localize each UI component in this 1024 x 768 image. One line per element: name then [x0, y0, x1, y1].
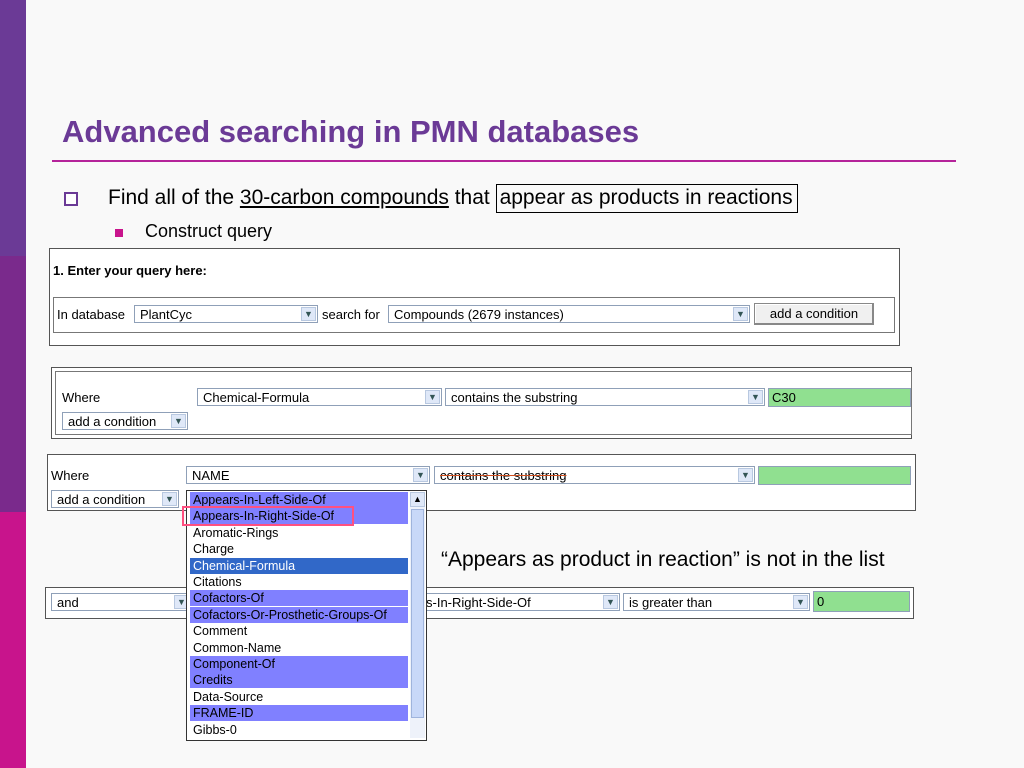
in-database-label: In database	[57, 307, 125, 322]
sidebar-band-middle	[0, 256, 26, 512]
where-label: Where	[62, 390, 101, 405]
attribute-value: s-In-Right-Side-Of	[426, 595, 531, 610]
add-condition-button[interactable]: add a condition	[754, 303, 874, 325]
chevron-down-icon[interactable]: ▼	[793, 595, 808, 609]
sidebar-band-bottom	[0, 512, 26, 768]
attribute-select[interactable]: Chemical-Formula ▼	[197, 388, 442, 406]
scrollbar-thumb[interactable]	[411, 509, 424, 718]
value-input[interactable]: C30	[768, 388, 911, 407]
dropdown-option[interactable]: Citations	[190, 574, 408, 590]
search-for-select[interactable]: Compounds (2679 instances) ▼	[388, 305, 750, 323]
operator-value: contains the substring	[451, 390, 578, 405]
condition-panel-1: Where Chemical-Formula ▼ contains the su…	[51, 367, 912, 439]
value-input[interactable]	[758, 466, 911, 485]
condition-1-row: Where Chemical-Formula ▼ contains the su…	[55, 371, 912, 435]
dropdown-option[interactable]: Data-Source	[190, 689, 408, 705]
chevron-down-icon[interactable]: ▼	[171, 414, 186, 428]
operator-select[interactable]: contains the substring ▼	[445, 388, 765, 406]
bullet-line-1: Find all of the 30-carbon compounds that…	[108, 184, 798, 213]
title-divider	[52, 160, 956, 162]
dropdown-option[interactable]: Charge	[190, 541, 408, 557]
where-label: Where	[51, 468, 90, 483]
bullet1-underlined: 30-carbon compounds	[239, 186, 449, 209]
add-condition-value: add a condition	[68, 414, 157, 429]
query-heading: 1. Enter your query here:	[53, 263, 207, 278]
slide-title: Advanced searching in PMN databases	[62, 114, 640, 149]
chevron-down-icon[interactable]: ▼	[748, 390, 763, 404]
highlight-box	[182, 506, 354, 526]
chevron-down-icon[interactable]: ▼	[425, 390, 440, 404]
dropdown-option[interactable]: Gibbs-0	[190, 722, 408, 738]
operator-select[interactable]: is greater than ▼	[623, 593, 810, 611]
square-bullet-icon	[64, 192, 78, 206]
chevron-down-icon[interactable]: ▼	[603, 595, 618, 609]
sidebar-band-top	[0, 0, 26, 256]
callout-text: “Appears as product in reaction” is not …	[441, 548, 885, 571]
add-condition-value: add a condition	[57, 492, 146, 507]
dropdown-option[interactable]: FRAME-ID	[190, 705, 408, 722]
dropdown-option[interactable]: Common-Name	[190, 640, 408, 656]
slide-sidebar	[0, 0, 26, 768]
conjunction-value: and	[57, 595, 79, 610]
dropdown-option[interactable]: Aromatic-Rings	[190, 525, 408, 541]
dropdown-option[interactable]: Chemical-Formula	[190, 557, 408, 574]
operator-value: contains the substring	[440, 468, 567, 483]
dropdown-option[interactable]: Component-Of	[190, 656, 408, 672]
chevron-down-icon[interactable]: ▼	[413, 468, 428, 482]
value-input[interactable]: 0	[813, 591, 910, 612]
attribute-select[interactable]: s-In-Right-Side-Of ▼	[422, 593, 620, 611]
dropdown-option[interactable]: Cofactors-Of	[190, 590, 408, 607]
dropdown-option[interactable]: Credits	[190, 672, 408, 689]
attribute-select[interactable]: NAME ▼	[186, 466, 430, 484]
operator-select[interactable]: contains the substring ▼	[434, 466, 755, 484]
filled-square-bullet-icon	[115, 229, 123, 237]
add-condition-select[interactable]: add a condition ▼	[51, 490, 179, 508]
attribute-dropdown-list[interactable]: ▲ Appears-In-Left-Side-Of Appears-In-Righ…	[186, 490, 427, 741]
search-for-value: Compounds (2679 instances)	[394, 307, 564, 322]
bullet1-prefix: Find all of the	[108, 186, 240, 209]
chevron-down-icon[interactable]: ▼	[738, 468, 753, 482]
attribute-value: Chemical-Formula	[203, 390, 310, 405]
dropdown-option[interactable]: Cofactors-Or-Prosthetic-Groups-Of	[190, 606, 408, 623]
bullet1-middle: that	[448, 186, 496, 209]
chevron-down-icon[interactable]: ▼	[733, 307, 748, 321]
bullet1-boxed: appear as products in reactions	[495, 184, 798, 213]
scrollbar[interactable]: ▲	[410, 492, 425, 738]
conjunction-select[interactable]: and ▼	[51, 593, 191, 611]
query-panel: 1. Enter your query here: In database Pl…	[49, 248, 900, 346]
attribute-value: NAME	[192, 468, 230, 483]
chevron-down-icon[interactable]: ▼	[301, 307, 316, 321]
database-select[interactable]: PlantCyc ▼	[134, 305, 318, 323]
chevron-down-icon[interactable]: ▼	[162, 492, 177, 506]
bullet-line-2: Construct query	[145, 221, 273, 241]
operator-value: is greater than	[629, 595, 713, 610]
database-value: PlantCyc	[140, 307, 193, 322]
query-row: In database PlantCyc ▼ search for Compou…	[53, 297, 895, 333]
dropdown-option[interactable]: Comment	[190, 623, 408, 639]
search-for-label: search for	[322, 307, 380, 322]
condition-panel-2: Where NAME ▼ contains the substring ▼ ad…	[47, 454, 916, 511]
add-condition-select[interactable]: add a condition ▼	[62, 412, 188, 430]
condition-panel-3: and ▼ s-In-Right-Side-Of ▼ is greater th…	[45, 587, 914, 619]
chevron-up-icon[interactable]: ▲	[410, 492, 425, 507]
